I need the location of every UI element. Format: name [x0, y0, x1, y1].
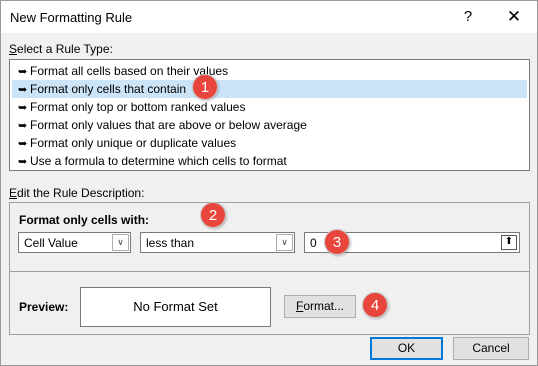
rule-type-label: Select a Rule Type:	[9, 42, 113, 56]
callout-badge-3: 3	[324, 229, 350, 255]
cancel-button[interactable]: Cancel	[453, 337, 529, 360]
format-only-cells-label: Format only cells with:	[19, 213, 150, 227]
arrow-icon: ➥	[18, 66, 28, 78]
help-button[interactable]: ?	[453, 3, 483, 31]
divider	[10, 271, 529, 272]
rule-description-box: Format only cells with: Cell Value ∨ les…	[9, 202, 530, 335]
callout-badge-4: 4	[362, 292, 388, 318]
arrow-icon: ➥	[18, 102, 28, 114]
rule-type-item[interactable]: ➥ Use a formula to determine which cells …	[12, 152, 527, 170]
chevron-down-icon[interactable]: ∨	[112, 234, 129, 251]
chevron-down-icon[interactable]: ∨	[276, 234, 293, 251]
collapse-dialog-icon[interactable]: ⬆	[501, 235, 517, 250]
rule-type-item[interactable]: ➥ Format only unique or duplicate values	[12, 134, 527, 152]
title-bar: New Formatting Rule ? ✕	[1, 1, 537, 33]
close-button[interactable]: ✕	[497, 3, 531, 31]
callout-badge-1: 1	[192, 74, 218, 100]
format-button[interactable]: Format...	[284, 295, 356, 318]
rule-type-item[interactable]: ➥ Format only top or bottom ranked values	[12, 98, 527, 116]
rule-type-item[interactable]: ➥ Format only values that are above or be…	[12, 116, 527, 134]
rule-type-list[interactable]: ➥ Format all cells based on their values …	[9, 59, 530, 171]
operator-select[interactable]: less than ∨	[140, 232, 295, 253]
edit-description-label: Edit the Rule Description:	[9, 186, 145, 200]
preview-label: Preview:	[19, 300, 69, 314]
arrow-icon: ➥	[18, 120, 28, 132]
dialog-title: New Formatting Rule	[10, 10, 133, 25]
callout-badge-2: 2	[200, 202, 226, 228]
rule-type-item[interactable]: ➥ Format all cells based on their values	[12, 62, 527, 80]
rule-type-item-selected[interactable]: ➥ Format only cells that contain	[12, 80, 527, 98]
ok-button[interactable]: OK	[370, 337, 443, 360]
format-preview: No Format Set	[80, 287, 271, 327]
condition-type-select[interactable]: Cell Value ∨	[18, 232, 131, 253]
arrow-icon: ➥	[18, 84, 28, 96]
new-formatting-rule-dialog: New Formatting Rule ? ✕ Select a Rule Ty…	[0, 0, 538, 366]
arrow-icon: ➥	[18, 138, 28, 150]
arrow-icon: ➥	[18, 156, 28, 168]
